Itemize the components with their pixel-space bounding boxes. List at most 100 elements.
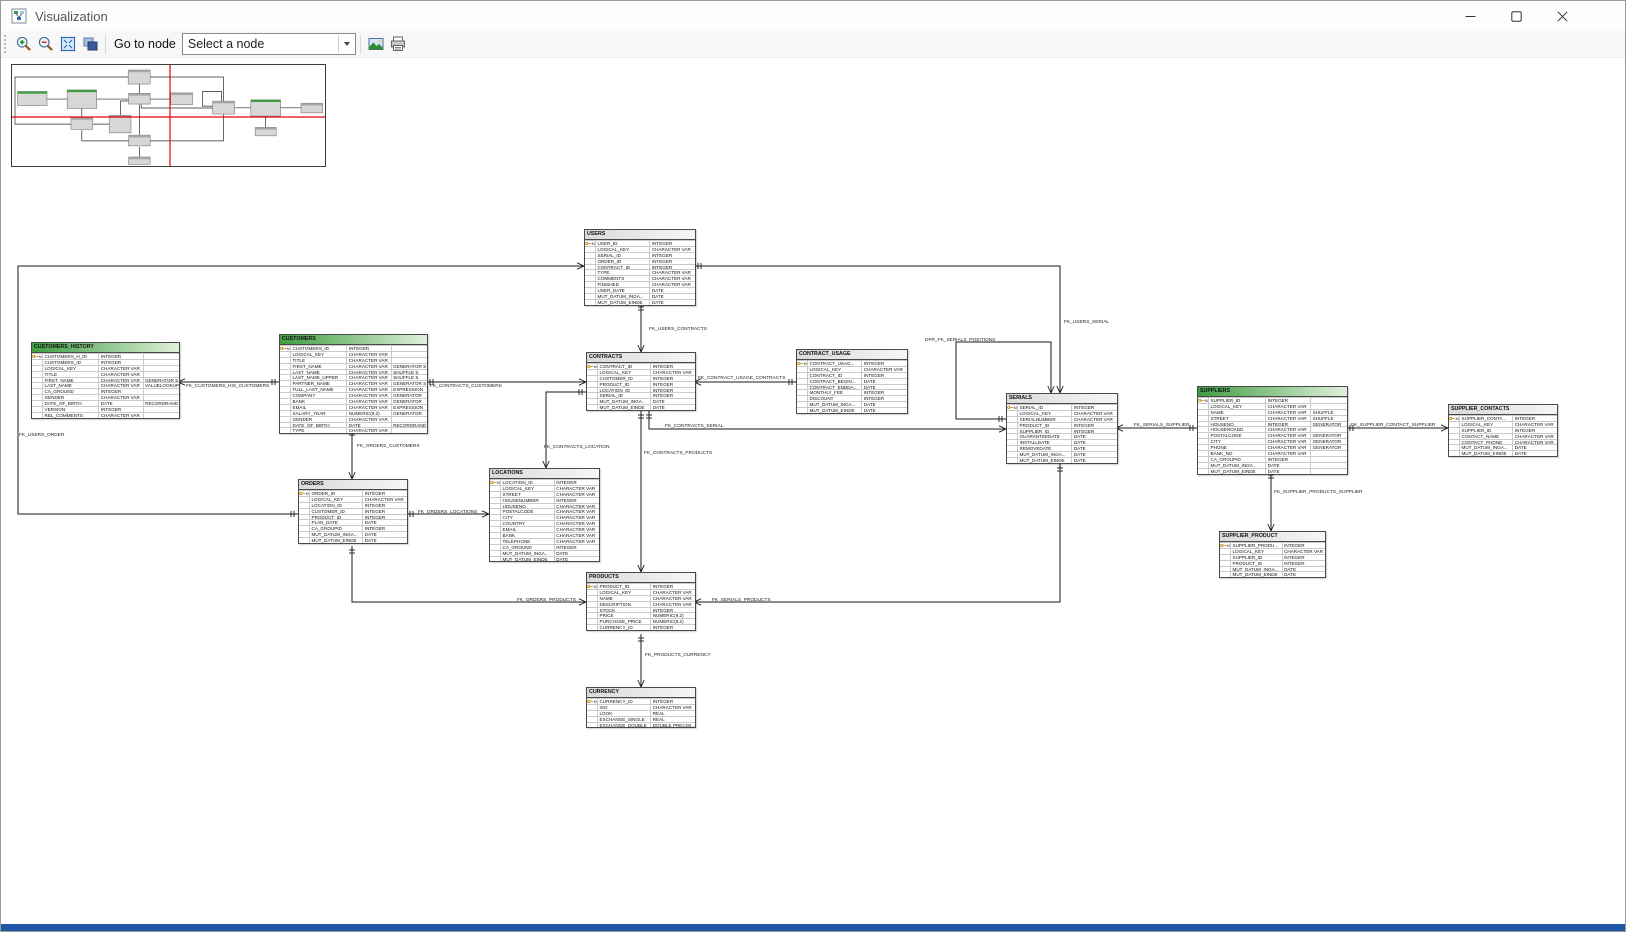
er-column-row: CONTACT_NAMECHARACTER VAR [1449, 433, 1557, 439]
minimap[interactable] [11, 64, 326, 167]
er-column-row: LOGICAL_KEYCHARACTER VAR [299, 496, 407, 502]
er-column-row: MONTHLY_FEEINTEGER [797, 389, 907, 395]
goto-node-label: Go to node [114, 37, 176, 51]
er-column-row: CA_GROUPIDINTEGER [299, 525, 407, 531]
er-table-users[interactable]: USERSMUSER_IDINTEGERLOGICAL_KEYCHARACTER… [584, 229, 696, 306]
connector-label: FK_CONTRACTS_PRODUCTS [644, 451, 712, 456]
er-column-row: STREETCHARACTER VAR [490, 491, 599, 497]
er-column-row: TYPECHARACTER VAR [585, 269, 695, 275]
primary-key-icon [587, 364, 594, 369]
er-table-supplier-product[interactable]: SUPPLIER_PRODUCTMSUPPLIER_PRODU...INTEGE… [1219, 531, 1326, 578]
er-column-row: LAST_NAMECHARACTER VARVALUELOOKUP [32, 382, 179, 388]
zoom-in-button[interactable] [13, 33, 35, 55]
er-table-title: CUSTOMERS_HISTORY [32, 343, 179, 353]
zoom-out-icon [37, 35, 55, 53]
er-column-row: GENDERCHARACTER VAR [32, 394, 179, 400]
er-column-row: CONTRACT_ENDDA...DATE [797, 384, 907, 390]
export-image-button[interactable] [365, 33, 387, 55]
export-image-icon [367, 35, 385, 53]
primary-key-icon [299, 491, 306, 496]
er-column-row: HOUSENOADDCHARACTER VAR [1198, 426, 1347, 432]
er-table-customers[interactable]: CUSTOMERSMCUSTOMERS_IDINTEGERLOGICAL_KEY… [279, 334, 428, 434]
combo-dropdown-button[interactable] [338, 35, 355, 53]
er-table-customers-history[interactable]: CUSTOMERS_HISTORYMCUSTOMERS_H_IDINTEGERC… [31, 342, 180, 419]
er-table-contracts[interactable]: CONTRACTSMCONTRACT_IDINTEGERLOGICAL_KEYC… [586, 352, 696, 411]
er-column-row: LOGICAL_KEYCHARACTER VAR [1449, 421, 1557, 427]
connector-label: FK_CONTRACTS_SERIAL [665, 424, 723, 429]
node-select-combobox[interactable]: Select a node [182, 33, 356, 55]
er-table-title: SUPPLIER_CONTACTS [1449, 405, 1557, 415]
er-table-locations[interactable]: LOCATIONSMLOCATION_IDINTEGERLOGICAL_KEYC… [489, 468, 600, 562]
er-table-orders[interactable]: ORDERSMORDER_IDINTEGERLOGICAL_KEYCHARACT… [298, 479, 408, 544]
connector-label: FK_PRODUCTS_CURRENCY [645, 653, 711, 658]
er-column-row: PRODUCT_IDINTEGER [1220, 560, 1325, 566]
er-column-row: EMAILCHARACTER VAR [490, 526, 599, 532]
primary-key-icon [1220, 543, 1227, 548]
node-select-value: Select a node [183, 37, 264, 51]
er-column-row: ORDER_IDINTEGER [585, 258, 695, 264]
close-button[interactable] [1539, 1, 1585, 31]
er-column-row: FIRST_NAMECHARACTER VARGENERATOR S [32, 377, 179, 383]
er-column-row: MPRODUCT_IDINTEGER [587, 583, 695, 589]
er-table-suppliers[interactable]: SUPPLIERSMSUPPLIER_IDINTEGERLOGICAL_KEYC… [1197, 386, 1348, 475]
er-column-row: SUPPLIER_IDINTEGER [1449, 427, 1557, 433]
primary-key-icon [1198, 398, 1205, 403]
er-column-row: PLAN_DATEDATE [299, 519, 407, 525]
er-column-row: MCONTRACT_IDINTEGER [587, 363, 695, 369]
er-column-row: TELEPHONECHARACTER VAR [490, 538, 599, 544]
connector-label: FK_SUPPLIER_CONTACT_SUPPLIER [1351, 423, 1435, 428]
er-column-row: MUT_DATUM_INGA...DATE [490, 550, 599, 556]
er-table-title: CONTRACT_USAGE [797, 350, 907, 360]
primary-key-icon [490, 480, 497, 485]
connector-label: DFR_FK_SERIALS_POSITIONS [925, 338, 995, 343]
er-table-products[interactable]: PRODUCTSMPRODUCT_IDINTEGERLOGICAL_KEYCHA… [586, 572, 696, 631]
primary-key-icon [587, 584, 594, 589]
er-column-row: CA_GROUNDINTEGER [32, 388, 179, 394]
primary-key-icon [587, 699, 594, 704]
fit-to-window-button[interactable] [57, 33, 79, 55]
er-column-row: MUSER_IDINTEGER [585, 240, 695, 246]
connector-label: FK_USERS_SERIAL [1064, 320, 1109, 325]
er-column-row: POSTALCODECHARACTER VARGENERATOR [1198, 432, 1347, 438]
title-bar: Visualization [1, 1, 1625, 31]
toolbar: Go to node Select a node [1, 31, 1625, 58]
toolbar-grip[interactable] [4, 35, 9, 53]
primary-key-icon [280, 346, 287, 351]
connector-label: FK_SERIALS_PRODUCTS [712, 598, 771, 603]
er-column-row: MUT_DATUM_EINDEDATE [1449, 450, 1557, 456]
er-column-row: PURCHASE_PRICENUMERIC(9,2) [587, 618, 695, 624]
er-column-row: BANK_NOCHARACTER VAR [1198, 450, 1347, 456]
overlap-windows-button[interactable] [79, 33, 101, 55]
er-column-row: LOCATION_IDINTEGER [587, 387, 695, 393]
maximize-button[interactable] [1493, 1, 1539, 31]
er-column-row: SERIALNUMBERCHARACTER VAR [1007, 416, 1117, 422]
er-column-row: MUT_DATUM_INGA...DATE [1449, 444, 1557, 450]
minimize-button[interactable] [1447, 1, 1493, 31]
er-column-row: LOCATION_IDINTEGER [299, 502, 407, 508]
er-column-row: SUPPLIER_IDINTEGER [1007, 428, 1117, 434]
er-table-contract-usage[interactable]: CONTRACT_USAGEMCONTRACT_USAG...INTEGERLO… [796, 349, 908, 414]
er-column-row: MUT_DATUM_INGA...DATE [1220, 566, 1325, 572]
er-column-row: NAMECHARACTER VAR [587, 595, 695, 601]
zoom-out-button[interactable] [35, 33, 57, 55]
minimap-canvas [12, 65, 325, 166]
print-button[interactable] [387, 33, 409, 55]
er-column-row: CONTRACT_IDINTEGER [585, 264, 695, 270]
er-column-row: PARTNER_NAMECHARACTER VARGENERATOR S [280, 380, 427, 386]
connector-label: FK_USERS_CONTRACTS [649, 327, 707, 332]
er-table-currency[interactable]: CURRENCYMCURRENCY_IDINTEGERISOCHARACTER … [586, 687, 696, 728]
er-column-row: MUT_DATUM_INGA...DATE [299, 531, 407, 537]
er-column-row: CONTRACT_BEGIN...DATE [797, 378, 907, 384]
er-column-row: CONTACT_PHONECHARACTER VAR [1449, 439, 1557, 445]
er-column-row: LOGICAL_KEYCHARACTER VAR [1007, 410, 1117, 416]
connector-label: FK_ORDERS_LOCATIONS [418, 510, 477, 515]
er-table-supplier-contacts[interactable]: SUPPLIER_CONTACTSMSUPPLIER_CONTA...INTEG… [1448, 404, 1558, 457]
er-column-row: MCONTRACT_USAG...INTEGER [797, 360, 907, 366]
er-column-row: PRICENUMERIC(9,2) [587, 612, 695, 618]
er-column-row: CONTRACT_IDINTEGER [797, 372, 907, 378]
er-column-row: LOGICAL_KEYCHARACTER VAR [1198, 403, 1347, 409]
er-table-serials[interactable]: SERIALSMSERIAL_IDINTEGERLOGICAL_KEYCHARA… [1006, 393, 1118, 464]
er-column-row: MUT_DATUM_INGA...DATE [1007, 451, 1117, 457]
er-column-row: BANKCHARACTER VARGENERATOR [280, 398, 427, 404]
er-column-row: LOOKREAL [587, 710, 695, 716]
